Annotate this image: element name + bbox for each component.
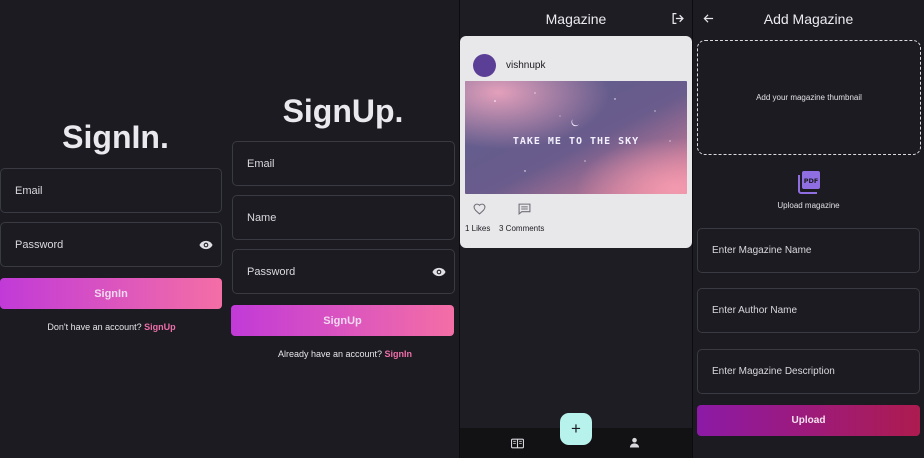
signup-email-field[interactable]: Email [232, 141, 455, 186]
magazine-description-field[interactable]: Enter Magazine Description [697, 349, 920, 394]
magazine-name-placeholder: Enter Magazine Name [712, 245, 812, 256]
signin-button[interactable]: SignIn [0, 278, 222, 309]
logout-icon[interactable] [670, 11, 684, 25]
signin-screen: SignIn. Email Password SignIn Don't have… [0, 0, 231, 458]
magazine-post-card[interactable]: vishnupk TAKE ME TO THE SKY 1 Likes 3 Co… [460, 36, 692, 248]
author-name-placeholder: Enter Author Name [712, 305, 798, 316]
comment-icon[interactable] [517, 202, 531, 215]
signup-title: SignUp. [282, 93, 404, 129]
author-name-field[interactable]: Enter Author Name [697, 288, 920, 333]
magazine-tab-icon[interactable] [510, 436, 524, 450]
signup-password-placeholder: Password [247, 265, 296, 278]
signup-link[interactable]: SignUp [144, 322, 176, 332]
signup-screen: SignUp. Email Name Password SignUp Alrea… [231, 0, 459, 458]
signup-button[interactable]: SignUp [231, 305, 454, 336]
avatar[interactable] [473, 54, 496, 77]
signup-name-field[interactable]: Name [232, 195, 455, 240]
post-thumbnail[interactable]: TAKE ME TO THE SKY [465, 81, 687, 194]
signin-prompt-text: Already have an account? [277, 349, 383, 359]
signin-prompt: Already have an account? SignIn [231, 349, 459, 359]
add-magazine-title: Add Magazine [763, 11, 854, 27]
add-magazine-screen: Add Magazine Add your magazine thumbnail… [693, 0, 924, 458]
signin-title: SignIn. [62, 119, 169, 155]
magazine-name-field[interactable]: Enter Magazine Name [697, 228, 920, 273]
signup-prompt: Don't have an account? SignUp [0, 322, 227, 332]
plus-icon: + [571, 419, 581, 438]
profile-tab-icon[interactable] [627, 435, 641, 449]
signup-name-placeholder: Name [247, 211, 277, 224]
signin-link[interactable]: SignIn [385, 349, 413, 359]
visibility-icon[interactable] [432, 267, 446, 277]
upload-button[interactable]: Upload [697, 405, 920, 436]
signup-password-field[interactable]: Password [232, 249, 455, 294]
magazine-feed-screen: Magazine vishnupk TAKE ME TO THE SKY 1 L… [460, 0, 692, 458]
thumbnail-caption: TAKE ME TO THE SKY [512, 136, 640, 147]
feed-title: Magazine [545, 11, 607, 27]
signup-prompt-text: Don't have an account? [47, 322, 142, 332]
post-username[interactable]: vishnupk [506, 60, 545, 71]
likes-count: 1 Likes [465, 224, 491, 233]
svg-text:PDF: PDF [803, 177, 818, 185]
thumbnail-prompt: Add your magazine thumbnail [756, 93, 862, 102]
upload-magazine-caption[interactable]: Upload magazine [693, 201, 924, 210]
signin-password-placeholder: Password [15, 238, 64, 251]
signin-email-placeholder: Email [15, 184, 43, 197]
thumbnail-dropzone[interactable]: Add your magazine thumbnail [697, 40, 921, 155]
pdf-upload-icon[interactable]: PDF [796, 170, 821, 194]
signup-email-placeholder: Email [247, 157, 275, 170]
signin-email-field[interactable]: Email [0, 168, 222, 213]
heart-icon[interactable] [472, 202, 486, 215]
visibility-icon[interactable] [199, 240, 213, 250]
magazine-description-placeholder: Enter Magazine Description [712, 366, 835, 377]
comments-count[interactable]: 3 Comments [499, 224, 544, 233]
signin-password-field[interactable]: Password [0, 222, 222, 267]
add-magazine-fab[interactable]: + [560, 413, 592, 445]
